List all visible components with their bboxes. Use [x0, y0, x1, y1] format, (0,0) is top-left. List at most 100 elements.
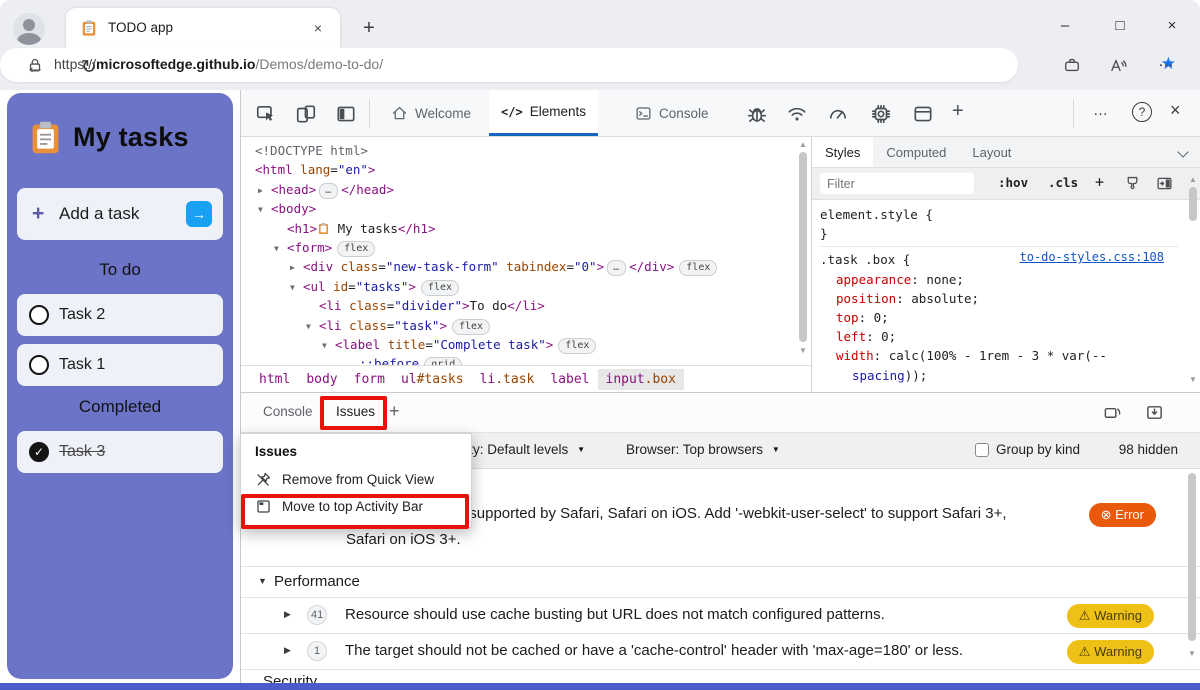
tab-computed[interactable]: Computed — [873, 137, 959, 167]
css-line[interactable]: spacing)); — [820, 366, 1186, 385]
add-task-submit-button[interactable]: → — [186, 201, 212, 227]
layout-badge[interactable]: flex — [421, 280, 459, 296]
add-tool-button[interactable]: + — [952, 100, 964, 123]
browser-menu-button[interactable]: … — [1158, 53, 1175, 71]
minimize-button[interactable]: – — [1048, 12, 1082, 40]
scroll-down-arrow[interactable]: ▼ — [797, 346, 809, 355]
sidebar-toggle-icon[interactable] — [1156, 175, 1173, 192]
scrollbar-thumb[interactable] — [799, 152, 807, 342]
task-checkbox[interactable] — [29, 305, 49, 325]
breadcrumb-item[interactable]: html — [251, 369, 298, 390]
breadcrumb-item[interactable]: ul#tasks — [393, 369, 472, 390]
breadcrumb-item[interactable]: form — [346, 369, 393, 390]
add-task-field[interactable]: + Add a task → — [17, 188, 223, 240]
dom-tree-node[interactable]: ▶<div class="new-task-form" tabindex="0"… — [241, 257, 797, 276]
dom-tree-node[interactable]: <h1> My tasks</h1> — [241, 219, 797, 238]
chevron-down-icon[interactable] — [1177, 146, 1188, 157]
performance-gauge-icon[interactable] — [827, 103, 849, 125]
ellipsis-badge[interactable]: … — [607, 260, 626, 276]
stylesheet-link[interactable]: to-do-styles.css:108 — [1020, 248, 1165, 267]
read-aloud-icon[interactable] — [1108, 56, 1132, 74]
layout-badge[interactable]: flex — [337, 241, 375, 257]
collapse-arrow-icon[interactable]: ▼ — [258, 576, 267, 586]
css-line[interactable]: .task .box {to-do-styles.css:108 — [820, 246, 1178, 269]
task-checkbox-checked[interactable]: ✓ — [29, 442, 49, 462]
scrollbar-thumb[interactable] — [1188, 473, 1196, 641]
dom-tree-node[interactable]: ▼<body> — [241, 199, 797, 218]
css-line[interactable]: top: 0; — [820, 308, 1186, 327]
dom-tree-node[interactable]: ▼<label title="Complete task">flex — [241, 335, 797, 354]
layout-badge[interactable]: flex — [452, 319, 490, 335]
breadcrumb-item[interactable]: li.task — [472, 369, 543, 390]
issue-row-warning[interactable]: ▶1The target should not be cached or hav… — [241, 634, 1200, 670]
dom-tree-node[interactable]: ▼<form>flex — [241, 238, 797, 257]
scroll-down-arrow[interactable]: ▼ — [1186, 649, 1198, 658]
css-line[interactable]: } — [820, 224, 1186, 243]
task-item[interactable]: Task 2 — [17, 294, 223, 336]
expand-arrow-icon[interactable]: ▼ — [306, 317, 311, 336]
issues-scrollbar[interactable]: ▼ — [1186, 473, 1198, 673]
application-chip-icon[interactable] — [870, 103, 892, 125]
network-wifi-icon[interactable] — [786, 103, 808, 125]
cls-toggle[interactable]: .cls — [1048, 175, 1078, 190]
window-close-button[interactable]: × — [1155, 12, 1189, 40]
browser-dropdown[interactable]: Browser: Top browsers ▼ — [626, 442, 780, 457]
new-tab-button[interactable]: + — [356, 16, 382, 42]
expand-arrow-icon[interactable]: ▶ — [290, 258, 295, 277]
browser-tab[interactable]: TODO app × — [66, 8, 340, 48]
devtools-help-button[interactable]: ? — [1132, 102, 1152, 122]
expand-arrow-icon[interactable]: ▼ — [290, 278, 295, 297]
dock-side-icon[interactable] — [335, 103, 357, 125]
task-item[interactable]: Task 1 — [17, 344, 223, 386]
group-by-kind-checkbox[interactable] — [975, 443, 989, 457]
ellipsis-badge[interactable]: … — [319, 183, 338, 199]
group-by-kind-control[interactable]: Group by kind — [975, 442, 1080, 457]
tab-styles[interactable]: Styles — [812, 137, 873, 167]
css-line[interactable]: appearance: none; — [820, 270, 1186, 289]
styles-scrollbar[interactable]: ▲ ▼ — [1187, 175, 1199, 387]
scroll-up-arrow[interactable]: ▲ — [1187, 175, 1199, 184]
tab-elements[interactable]: </> Elements — [489, 90, 598, 136]
profile-avatar[interactable] — [13, 13, 45, 45]
layout-badge[interactable]: grid — [424, 357, 462, 365]
maximize-button[interactable]: □ — [1103, 12, 1137, 40]
breadcrumb-item[interactable]: label — [542, 369, 597, 390]
tab-console[interactable]: Console — [623, 90, 721, 136]
expand-arrow-icon[interactable]: ▼ — [258, 200, 263, 219]
expand-drawer-icon[interactable] — [1145, 403, 1164, 422]
breadcrumb-item[interactable]: input.box — [598, 369, 684, 390]
dom-tree[interactable]: <!DOCTYPE html><html lang="en">▶<head>…<… — [241, 137, 797, 365]
address-bar[interactable]: https://microsoftedge.github.io/Demos/de… — [0, 48, 1018, 82]
bug-icon[interactable] — [746, 103, 768, 125]
menu-item[interactable]: Remove from Quick View — [241, 466, 471, 493]
dom-tree-node[interactable]: ▼<ul id="tasks">flex — [241, 277, 797, 296]
tab-layout[interactable]: Layout — [959, 137, 1024, 167]
issues-section-security-partial[interactable]: Security — [241, 670, 1200, 683]
drawer-add-tab-button[interactable]: + — [389, 401, 400, 422]
css-line[interactable]: position: absolute; — [820, 289, 1186, 308]
expand-arrow-icon[interactable]: ▼ — [274, 239, 279, 258]
dom-tree-node[interactable]: <html lang="en"> — [241, 160, 797, 179]
layout-badge[interactable]: flex — [558, 338, 596, 354]
expand-arrow-icon[interactable]: ▶ — [284, 645, 291, 656]
scroll-down-arrow[interactable]: ▼ — [1187, 375, 1199, 384]
css-line[interactable]: left: 0; — [820, 327, 1186, 346]
collections-icon[interactable] — [1062, 56, 1082, 74]
css-line[interactable]: element.style { — [820, 205, 1186, 224]
drawer-tab-console[interactable]: Console — [263, 404, 313, 419]
issue-row-warning[interactable]: ▶41Resource should use cache busting but… — [241, 598, 1200, 634]
expand-arrow-icon[interactable]: ▶ — [258, 181, 263, 200]
task-checkbox[interactable] — [29, 355, 49, 375]
layout-badge[interactable]: flex — [679, 260, 717, 276]
expand-arrow-icon[interactable]: ▶ — [284, 609, 291, 620]
devtools-close-button[interactable]: × — [1170, 100, 1181, 121]
breadcrumb-item[interactable]: body — [298, 369, 345, 390]
dom-tree-node[interactable]: ::beforegrid — [241, 354, 797, 365]
dom-scrollbar[interactable]: ▲ ▼ — [797, 140, 809, 362]
styles-filter-input[interactable] — [820, 173, 974, 194]
dom-tree-node[interactable]: <li class="divider">To do</li> — [241, 296, 797, 315]
tab-close-button[interactable]: × — [308, 18, 328, 38]
layout-panel-icon[interactable] — [912, 103, 934, 125]
brush-icon[interactable] — [1124, 175, 1141, 192]
tab-welcome[interactable]: Welcome — [379, 90, 483, 136]
